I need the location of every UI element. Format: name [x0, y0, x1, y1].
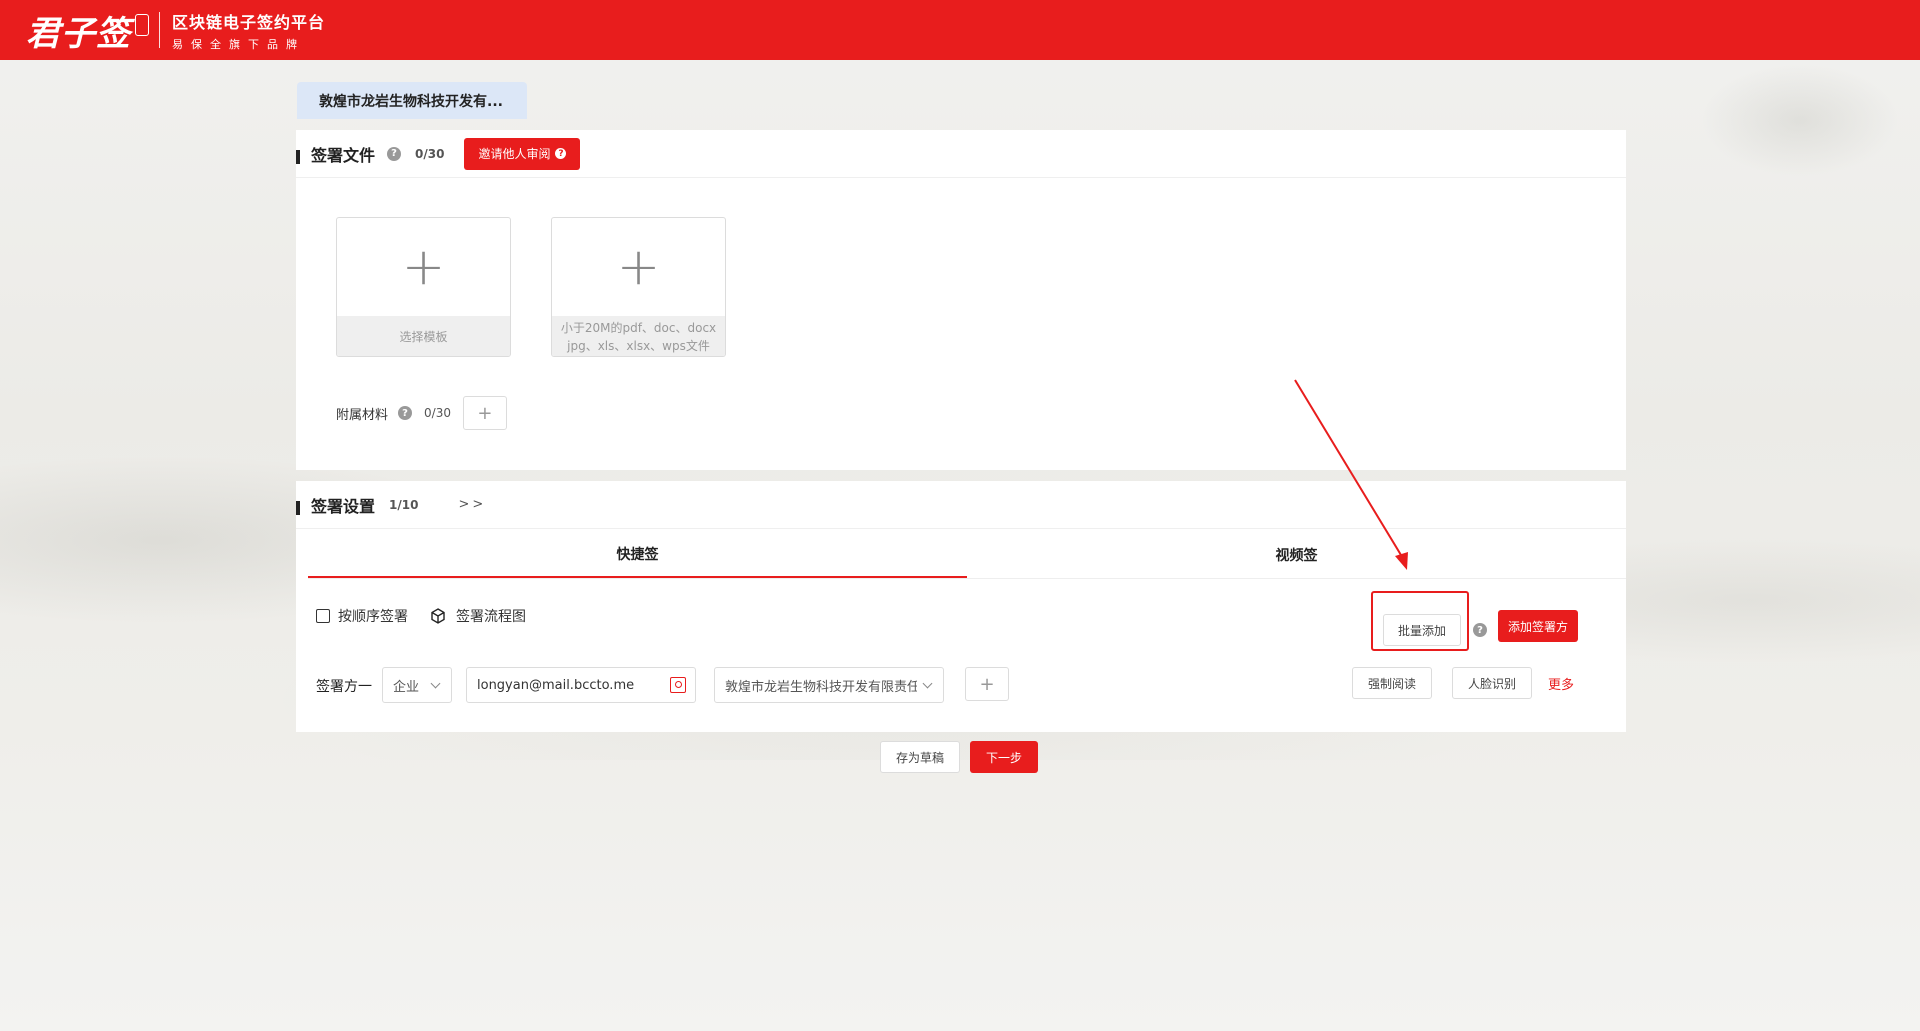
- settings-count: 1/10: [389, 497, 419, 512]
- upload-file-caption: 小于20M的pdf、doc、docx jpg、xls、xlsx、wps文件: [552, 316, 725, 356]
- chevron-down-icon: [922, 678, 933, 689]
- batch-add-button[interactable]: 批量添加: [1383, 614, 1461, 646]
- select-template-caption: 选择模板: [337, 316, 510, 356]
- invite-review-label: 邀请他人审阅: [478, 147, 551, 161]
- upload-file-card[interactable]: + 小于20M的pdf、doc、docx jpg、xls、xlsx、wps文件: [551, 217, 726, 357]
- ordered-sign-label[interactable]: 按顺序签署: [338, 606, 408, 626]
- platform-title: 区块链电子签约平台: [172, 12, 326, 32]
- upload-caption-line-1: 小于20M的pdf、doc、docx: [560, 321, 717, 335]
- help-icon[interactable]: ?: [398, 406, 413, 420]
- background-bamboo-leaves: [1620, 60, 1920, 260]
- invite-help-icon: ?: [555, 148, 567, 159]
- more-options-link[interactable]: 更多: [1548, 674, 1574, 693]
- force-read-button[interactable]: 强制阅读: [1352, 667, 1432, 699]
- plus-icon: +: [616, 237, 661, 297]
- company-tab[interactable]: 敦煌市龙岩生物科技开发有...: [297, 82, 527, 119]
- section-marker: [296, 150, 300, 164]
- add-company-button[interactable]: +: [965, 667, 1009, 701]
- attachments-label: 附属材料: [336, 407, 389, 423]
- signer-company-select[interactable]: 敦煌市龙岩生物科技开发有限责任公司: [714, 667, 944, 703]
- invite-review-button[interactable]: 邀请他人审阅 ?: [464, 137, 581, 170]
- add-signer-button[interactable]: 添加签署方: [1498, 610, 1578, 642]
- contact-book-icon[interactable]: [670, 677, 686, 693]
- upload-caption-line-2: jpg、xls、xlsx、wps文件: [567, 339, 710, 353]
- signer-type-select[interactable]: 企业: [382, 667, 452, 703]
- chevron-down-icon: [430, 678, 441, 689]
- plus-icon: +: [401, 237, 446, 297]
- sign-files-title: 签署文件: [311, 145, 376, 165]
- flow-chart-link[interactable]: 签署流程图: [456, 606, 526, 626]
- attachments-row: 附属材料 ? 0/30 +: [336, 396, 507, 430]
- logo-divider: [159, 12, 160, 48]
- brand-logo[interactable]: 君子签: [26, 6, 131, 55]
- sign-settings-panel: 签署设置 1/10 >> 快捷签 视频签 按顺序签署 签署流程图 批量添加 ? …: [296, 481, 1626, 732]
- help-icon[interactable]: ?: [387, 146, 402, 161]
- ordered-sign-checkbox[interactable]: [316, 609, 330, 623]
- attachments-count: 0/30: [424, 406, 451, 420]
- signer-email-input[interactable]: [466, 667, 696, 703]
- sign-settings-header: 签署设置 1/10 >>: [296, 481, 1626, 529]
- face-id-button[interactable]: 人脸识别: [1452, 667, 1532, 699]
- sign-files-header: 签署文件 ? 0/30 邀请他人审阅 ?: [296, 130, 1626, 178]
- add-attachment-button[interactable]: +: [462, 396, 507, 430]
- help-icon[interactable]: ?: [1473, 623, 1487, 637]
- expand-icon[interactable]: >>: [458, 497, 486, 512]
- sign-settings-title: 签署设置: [311, 496, 376, 516]
- tab-quick-sign[interactable]: 快捷签: [308, 531, 967, 578]
- cube-icon: [431, 608, 445, 624]
- section-marker: [296, 501, 300, 515]
- files-count: 0/30: [415, 146, 445, 161]
- next-step-button[interactable]: 下一步: [970, 741, 1038, 773]
- sign-files-panel: 签署文件 ? 0/30 邀请他人审阅 ? + 选择模板 + 小于20M的pdf、…: [296, 130, 1626, 470]
- sign-options-row: 按顺序签署 签署流程图: [316, 606, 526, 626]
- platform-name: 区块链电子签约平台 易保全旗下品牌: [172, 9, 325, 52]
- logo-seal-icon: [135, 14, 149, 36]
- signer-label: 签署方一: [316, 679, 372, 695]
- platform-subtitle: 易保全旗下品牌: [172, 37, 305, 51]
- save-draft-button[interactable]: 存为草稿: [880, 741, 960, 773]
- signer-type-value: 企业: [393, 679, 420, 695]
- top-header: 君子签 区块链电子签约平台 易保全旗下品牌: [0, 0, 1920, 60]
- signer-row: 签署方一 企业 敦煌市龙岩生物科技开发有限责任公司 + 强制阅读 人脸识别 更多: [316, 667, 1616, 703]
- sign-mode-tabs: 快捷签 视频签: [308, 531, 1626, 579]
- select-template-card[interactable]: + 选择模板: [336, 217, 511, 357]
- bottom-actions: 存为草稿 下一步: [880, 741, 1038, 773]
- signer-company-value: 敦煌市龙岩生物科技开发有限责任公司: [725, 679, 917, 695]
- tab-video-sign[interactable]: 视频签: [967, 531, 1626, 578]
